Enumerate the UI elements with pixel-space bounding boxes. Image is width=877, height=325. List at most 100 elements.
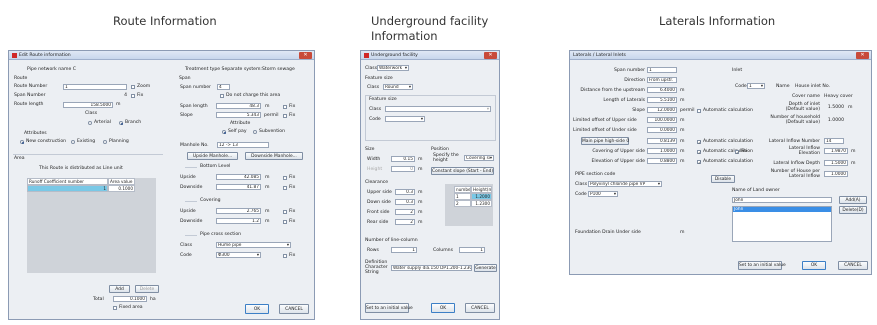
initial-value-button[interactable]: Set to an initial value: [365, 303, 413, 313]
pipe-class-select[interactable]: Hume pipe: [216, 242, 291, 248]
span-number-input[interactable]: 1: [647, 67, 677, 73]
cancel-button[interactable]: CANCEL: [465, 303, 495, 313]
rows-input[interactable]: 1: [391, 247, 417, 253]
pipe-code-fix-checkbox[interactable]: [283, 254, 287, 258]
delete-owner-button[interactable]: Delete(D): [839, 206, 867, 214]
close-button[interactable]: ✕: [484, 52, 497, 59]
span-number-spinner[interactable]: 4: [217, 84, 230, 90]
cover-downside-fix-checkbox[interactable]: [283, 220, 287, 224]
bottom-downside-input[interactable]: 41.87: [216, 184, 261, 190]
house-per-inflow-input[interactable]: 1.0000: [824, 171, 848, 177]
pipe-code-select[interactable]: P100: [588, 191, 618, 197]
covering-auto-checkbox[interactable]: ✓: [697, 150, 701, 155]
total-input[interactable]: 0.1000: [113, 296, 147, 302]
arterial-radio[interactable]: [88, 121, 92, 125]
span-fix-checkbox[interactable]: [131, 94, 135, 98]
height-input[interactable]: 0: [391, 166, 415, 172]
table-row-2-height[interactable]: 1.2300: [471, 200, 492, 207]
ok-button[interactable]: OK: [431, 303, 455, 313]
inlet-code-select[interactable]: 1: [747, 83, 765, 89]
feature-class2-select[interactable]: [385, 106, 491, 112]
bottom-upside-fix-checkbox[interactable]: [283, 176, 287, 180]
constant-slope-button[interactable]: Constant slope (Start - End): [431, 167, 494, 175]
inflow-depth-input[interactable]: 1.5000: [824, 160, 848, 166]
branch-label: Branch: [125, 120, 142, 125]
main-pipe-input[interactable]: 0.8139: [647, 138, 677, 144]
slope-input[interactable]: 5.343: [216, 112, 261, 118]
elevation-upper-input[interactable]: 0.8800: [647, 158, 677, 164]
covering-upper-input[interactable]: 1.0000: [647, 148, 677, 154]
new-construction-radio[interactable]: [20, 140, 24, 144]
table-row-1-number[interactable]: 1: [454, 193, 471, 200]
columns-input[interactable]: 1: [459, 247, 485, 253]
generate-button[interactable]: Generate: [474, 264, 497, 272]
limit-upper-input[interactable]: 100.0000: [647, 117, 677, 123]
add-button[interactable]: Add: [109, 285, 130, 293]
pipe-cross-section-label: Pipe cross section: [200, 232, 242, 237]
subvention-radio[interactable]: [253, 130, 257, 134]
lateral-inflow-number-input[interactable]: 14: [824, 138, 844, 144]
span-length-input[interactable]: 48.3: [216, 103, 261, 109]
close-button[interactable]: ✕: [299, 52, 312, 59]
inflow-fix-checkbox[interactable]: ✓: [735, 150, 739, 155]
ok-button[interactable]: OK: [802, 261, 826, 270]
pipe-class-select[interactable]: Polyvinyl chloride pipe VP: [588, 181, 662, 187]
bottom-downside-fix-checkbox[interactable]: [283, 186, 287, 190]
existing-radio[interactable]: [71, 140, 75, 144]
zoom-checkbox[interactable]: [131, 85, 135, 89]
ok-button[interactable]: OK: [245, 304, 269, 314]
facility-class-select[interactable]: Waterwork: [377, 65, 409, 71]
feature-code-select[interactable]: [385, 116, 425, 122]
direction-input[interactable]: From upstr.: [647, 77, 677, 83]
delete-button[interactable]: Delete: [135, 285, 159, 293]
land-owner-input[interactable]: John: [732, 197, 832, 203]
inflow-elevation-input[interactable]: 1.9870: [824, 148, 848, 154]
table-row-2-number[interactable]: 2: [454, 200, 471, 207]
down-side-input[interactable]: 0.3: [395, 199, 415, 205]
table-row-runoff[interactable]: 1: [27, 185, 108, 192]
bottom-upside-input[interactable]: 42.085: [216, 174, 261, 180]
manhole-no-input[interactable]: 12 -> 13: [217, 142, 269, 148]
close-button[interactable]: ✕: [856, 52, 869, 59]
main-pipe-auto-checkbox[interactable]: ✓: [697, 140, 701, 145]
feature-shape-select[interactable]: Round: [383, 84, 413, 90]
planning-radio[interactable]: [103, 140, 107, 144]
route-length-input[interactable]: 158.5000: [63, 102, 113, 108]
front-side-input[interactable]: 2: [395, 209, 415, 215]
rear-side-input[interactable]: 2: [395, 219, 415, 225]
width-input[interactable]: 0.15: [391, 156, 415, 162]
fixed-area-checkbox[interactable]: [113, 306, 117, 310]
route-number-input[interactable]: 1: [63, 84, 127, 90]
cancel-button[interactable]: CANCEL: [279, 304, 309, 314]
initial-value-button[interactable]: Set to an initial value: [738, 261, 786, 270]
disable-button[interactable]: Disable: [711, 175, 735, 183]
cancel-button[interactable]: CANCEL: [838, 261, 868, 270]
owner-list[interactable]: John: [732, 206, 832, 242]
add-owner-button[interactable]: Add(A): [839, 196, 867, 204]
do-not-charge-checkbox[interactable]: [220, 94, 224, 98]
cover-downside-input[interactable]: 1.2: [216, 218, 261, 224]
cover-upside-fix-checkbox[interactable]: [283, 210, 287, 214]
pipe-code-select[interactable]: Φ300: [216, 252, 261, 258]
distance-input[interactable]: 6.4000: [647, 87, 677, 93]
span-length-fix-checkbox[interactable]: [283, 105, 287, 109]
main-pipe-high-side-select[interactable]: Main pipe high-side 0: [581, 137, 629, 145]
limit-under-input[interactable]: 0.0000: [647, 127, 677, 133]
self-pay-radio[interactable]: [222, 130, 226, 134]
distance-label: Distance from the upstream: [580, 88, 645, 93]
slope-auto-checkbox[interactable]: [697, 109, 701, 113]
table-row-area[interactable]: 0.1000: [108, 185, 135, 192]
elevation-auto-checkbox[interactable]: ✓: [697, 160, 701, 165]
cover-upside-input[interactable]: 2.765: [216, 208, 261, 214]
slope-input[interactable]: 12.0000: [647, 107, 677, 113]
owner-list-item[interactable]: John: [733, 207, 831, 212]
height-spec-select[interactable]: Covering si: [464, 155, 494, 161]
table-row-1-height[interactable]: 1.2000: [471, 193, 492, 200]
upside-manhole-button[interactable]: Upside Manhole...: [187, 152, 238, 160]
definition-input[interactable]: Water supply dia.150 DP1.200-1.230: [391, 265, 472, 271]
length-input[interactable]: 5.5100: [647, 97, 677, 103]
upper-side-input[interactable]: 0.3: [395, 189, 415, 195]
downside-manhole-button[interactable]: Downside Manhole...: [245, 152, 303, 160]
slope-fix-checkbox[interactable]: [283, 114, 287, 118]
branch-radio[interactable]: [119, 121, 123, 125]
